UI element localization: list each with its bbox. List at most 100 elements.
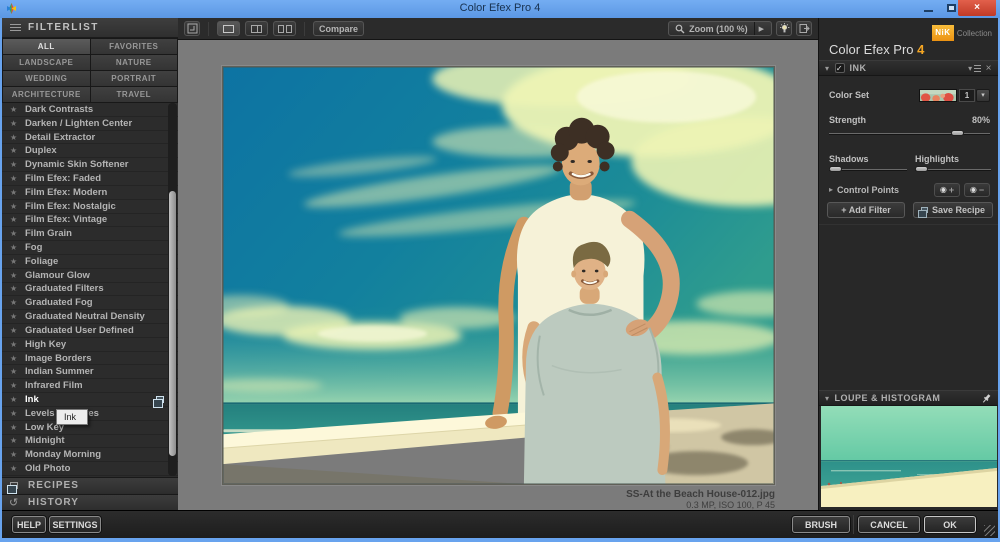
highlights-slider[interactable]	[915, 166, 991, 174]
star-icon[interactable]: ★	[10, 243, 19, 252]
filter-item[interactable]: ★ Low Key	[2, 421, 178, 435]
filter-item[interactable]: ★ Duplex	[2, 144, 178, 159]
filter-item[interactable]: ★ Infrared Film	[2, 379, 178, 394]
filter-item[interactable]: ★ Midnight	[2, 435, 178, 449]
filter-item[interactable]: ★ Dark Contrasts	[2, 103, 178, 117]
star-icon[interactable]: ★	[10, 202, 19, 211]
slider-handle[interactable]	[950, 130, 964, 136]
collapse-caret-icon[interactable]: ▾	[825, 394, 830, 403]
category-favorites[interactable]: FAVORITES	[90, 39, 177, 54]
loupe-preview[interactable]	[821, 406, 997, 507]
star-icon[interactable]: ★	[10, 174, 19, 183]
color-set-swatch[interactable]	[919, 88, 957, 102]
star-icon[interactable]: ★	[10, 409, 19, 418]
help-button[interactable]: HELP	[12, 516, 46, 533]
category-all[interactable]: ALL	[3, 39, 90, 54]
compare-button[interactable]: Compare	[313, 21, 365, 36]
zoom-menu-arrow[interactable]: ▶	[753, 22, 768, 35]
star-icon[interactable]: ★	[10, 423, 19, 432]
shadows-slider[interactable]	[829, 166, 907, 174]
loupe-header[interactable]: ▾ LOUPE & HISTOGRAM	[819, 390, 998, 406]
scrollbar-thumb[interactable]	[169, 191, 176, 456]
history-section-header[interactable]: ↺ HISTORY	[2, 494, 178, 510]
star-icon[interactable]: ★	[10, 464, 19, 473]
photo-preview[interactable]	[222, 66, 775, 485]
recipes-section-header[interactable]: RECIPES	[2, 477, 178, 494]
star-icon[interactable]: ★	[10, 381, 19, 390]
filter-item[interactable]: ★ Dynamic Skin Softener	[2, 158, 178, 173]
filter-item[interactable]: ★ Graduated User Defined	[2, 324, 178, 338]
variations-icon[interactable]	[153, 395, 164, 408]
preset-menu-icon[interactable]: ▾	[968, 64, 981, 73]
star-icon[interactable]: ★	[10, 340, 19, 349]
strength-slider[interactable]	[829, 130, 990, 138]
slider-handle[interactable]	[915, 166, 928, 172]
slider-handle[interactable]	[829, 166, 842, 172]
filter-item[interactable]: ★ Graduated Fog	[2, 296, 178, 311]
remove-control-point-button[interactable]: ◉ −	[964, 182, 990, 197]
filter-item[interactable]: ★ Film Efex: Nostalgic	[2, 200, 178, 214]
category-wedding[interactable]: WEDDING	[3, 71, 90, 86]
color-set-dropdown[interactable]: ▾	[976, 88, 990, 102]
filter-item[interactable]: ★ Fog	[2, 241, 178, 255]
filter-item[interactable]: ★ Monday Morning	[2, 448, 178, 463]
zoom-control[interactable]: Zoom (100 %) ▶	[668, 21, 772, 36]
add-control-point-button[interactable]: ◉ +	[934, 182, 960, 197]
star-icon[interactable]: ★	[10, 367, 19, 376]
split-view-button[interactable]	[245, 21, 268, 36]
settings-button[interactable]: SETTINGS	[49, 516, 101, 533]
filter-item[interactable]: ★ Film Efex: Vintage	[2, 214, 178, 228]
star-icon[interactable]: ★	[10, 271, 19, 280]
star-icon[interactable]: ★	[10, 395, 19, 404]
add-filter-button[interactable]: + Add Filter	[827, 202, 905, 218]
filter-item[interactable]: ★ Glamour Glow	[2, 269, 178, 283]
resize-grip[interactable]	[984, 525, 995, 536]
preview-mode-button[interactable]	[184, 21, 200, 36]
star-icon[interactable]: ★	[10, 450, 19, 459]
pin-icon[interactable]	[981, 393, 992, 404]
filter-item[interactable]: ★ Graduated Filters	[2, 283, 178, 297]
star-icon[interactable]: ★	[10, 215, 19, 224]
filter-enabled-checkbox[interactable]: ✓	[834, 63, 845, 73]
star-icon[interactable]: ★	[10, 119, 19, 128]
filter-item[interactable]: ★ High Key	[2, 338, 178, 352]
star-icon[interactable]: ★	[10, 257, 19, 266]
expand-caret-icon[interactable]: ▸	[829, 185, 833, 194]
star-icon[interactable]: ★	[10, 146, 19, 155]
remove-filter-icon[interactable]: ×	[986, 63, 992, 74]
star-icon[interactable]: ★	[10, 160, 19, 169]
filter-item[interactable]: ★ Film Efex: Faded	[2, 172, 178, 186]
star-icon[interactable]: ★	[10, 436, 19, 445]
star-icon[interactable]: ★	[10, 298, 19, 307]
background-color-button[interactable]	[776, 21, 792, 36]
minimize-button[interactable]	[918, 0, 940, 16]
filter-item[interactable]: ★ Graduated Neutral Density	[2, 310, 178, 324]
save-recipe-button[interactable]: Save Recipe	[913, 202, 993, 218]
filter-item[interactable]: ★ Darken / Lighten Center	[2, 117, 178, 131]
star-icon[interactable]: ★	[10, 312, 19, 321]
star-icon[interactable]: ★	[10, 326, 19, 335]
filter-list-scrollbar[interactable]	[168, 103, 177, 476]
ink-module-header[interactable]: ▾ ✓ INK ▾ ×	[819, 60, 998, 76]
category-travel[interactable]: TRAVEL	[90, 87, 177, 102]
filter-item[interactable]: ★Levels & Curves	[2, 407, 178, 421]
star-icon[interactable]: ★	[10, 229, 19, 238]
category-nature[interactable]: NATURE	[90, 55, 177, 70]
category-landscape[interactable]: LANDSCAPE	[3, 55, 90, 70]
side-by-side-view-button[interactable]	[273, 21, 296, 36]
filter-item[interactable]: ★ Foliage	[2, 255, 178, 269]
star-icon[interactable]: ★	[10, 105, 19, 114]
category-portrait[interactable]: PORTRAIT	[90, 71, 177, 86]
category-architecture[interactable]: ARCHITECTURE	[3, 87, 90, 102]
close-button[interactable]: ×	[958, 0, 996, 16]
filter-item-ink-selected[interactable]: ★ Ink	[2, 393, 178, 408]
hide-panels-button[interactable]	[796, 21, 812, 36]
filter-item[interactable]: ★ Indian Summer	[2, 365, 178, 380]
ok-button[interactable]: OK	[924, 516, 976, 533]
single-view-button[interactable]	[217, 21, 240, 36]
cancel-button[interactable]: CANCEL	[858, 516, 920, 533]
star-icon[interactable]: ★	[10, 354, 19, 363]
star-icon[interactable]: ★	[10, 188, 19, 197]
filterlist-header[interactable]: FILTERLIST	[2, 18, 178, 38]
filter-item[interactable]: ★ Image Borders	[2, 352, 178, 366]
